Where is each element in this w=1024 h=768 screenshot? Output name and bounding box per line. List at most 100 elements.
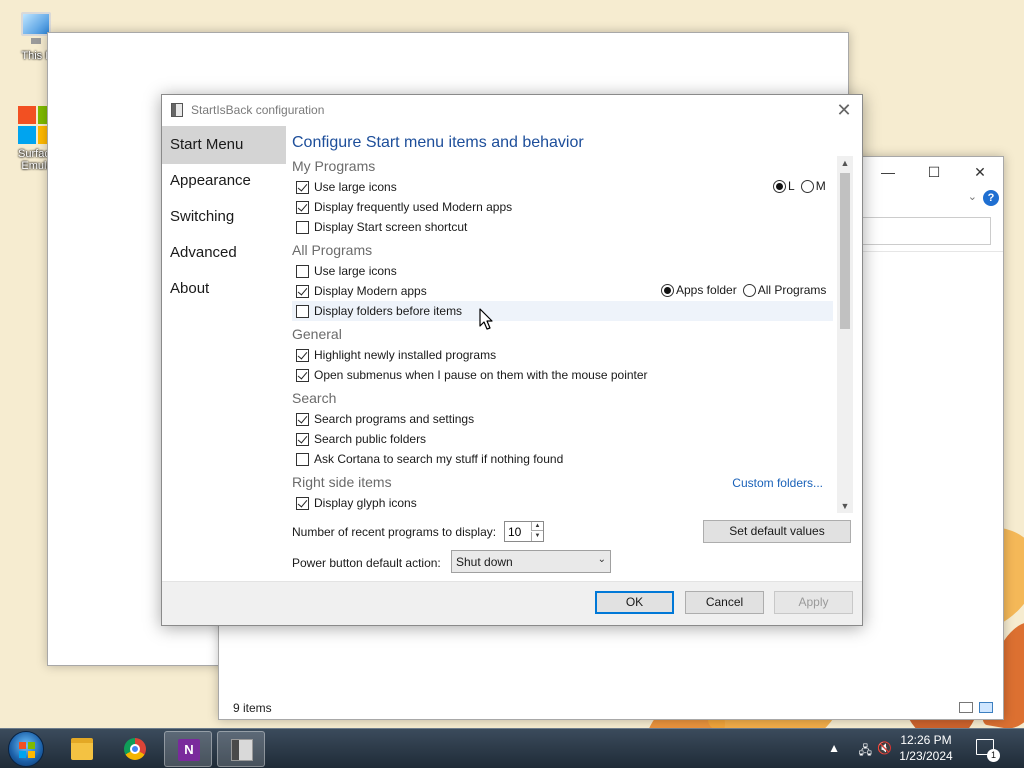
scroll-down-icon[interactable]: ▼ xyxy=(837,499,853,513)
close-button[interactable]: ✕ xyxy=(957,157,1003,187)
nav-item-switching[interactable]: Switching xyxy=(162,198,286,236)
scroll-up-icon[interactable]: ▲ xyxy=(837,156,853,170)
folder-icon xyxy=(71,738,93,760)
nav-item-advanced[interactable]: Advanced xyxy=(162,234,286,272)
clock[interactable]: 12:26 PM 1/23/2024 xyxy=(896,732,956,764)
option-row[interactable]: Display folders before items xyxy=(292,301,833,321)
chrome-icon xyxy=(124,738,146,760)
radio-all-programs[interactable] xyxy=(742,283,756,297)
option-row[interactable]: Display glyph icons xyxy=(292,493,833,513)
chevron-down-icon[interactable]: ⌄ xyxy=(968,190,977,203)
checkbox[interactable] xyxy=(296,285,309,298)
option-row[interactable]: Use large icons L M xyxy=(292,177,833,197)
option-label: Open submenus when I pause on them with … xyxy=(314,368,648,382)
checkbox[interactable] xyxy=(296,413,309,426)
checkbox[interactable] xyxy=(296,349,309,362)
checkbox[interactable] xyxy=(296,265,309,278)
divider xyxy=(863,251,1003,252)
checkbox[interactable] xyxy=(296,201,309,214)
option-label: Highlight newly installed programs xyxy=(314,348,497,362)
dialog-footer: OK Cancel Apply xyxy=(162,581,862,625)
group-title-general: General xyxy=(292,326,342,342)
radio-large[interactable] xyxy=(773,179,786,193)
taskbar-onenote[interactable]: N xyxy=(164,731,212,767)
radio-label: L xyxy=(788,179,795,193)
system-tray: ▲ 🖧 🔇 12:26 PM 1/23/2024 1 xyxy=(824,729,1024,768)
custom-folders-link[interactable]: Custom folders... xyxy=(732,476,823,490)
option-label: Display glyph icons xyxy=(314,496,417,510)
ok-button[interactable]: OK xyxy=(595,591,674,614)
checkbox[interactable] xyxy=(296,181,309,194)
onenote-icon: N xyxy=(178,739,200,761)
radio-apps-folder[interactable] xyxy=(661,283,674,297)
details-view-icon[interactable] xyxy=(959,702,973,713)
option-row[interactable]: Display frequently used Modern apps xyxy=(292,197,833,217)
option-label: Display Start screen shortcut xyxy=(314,220,468,234)
option-row[interactable]: Display Modern apps Apps folder All Prog… xyxy=(292,281,833,301)
option-row[interactable]: Ask Cortana to search my stuff if nothin… xyxy=(292,449,833,469)
minimize-button[interactable]: — xyxy=(865,157,911,187)
start-button[interactable] xyxy=(8,731,44,767)
group-title-my-programs: My Programs xyxy=(292,158,376,174)
cancel-button[interactable]: Cancel xyxy=(685,591,764,614)
apply-button[interactable]: Apply xyxy=(774,591,853,614)
option-row[interactable]: Open submenus when I pause on them with … xyxy=(292,365,833,385)
settings-content: Configure Start menu items and behavior … xyxy=(292,126,853,581)
notification-count-badge: 1 xyxy=(987,749,1000,762)
group-title-right-side-items: Right side items xyxy=(292,474,392,490)
dialog-title: StartIsBack configuration xyxy=(191,103,325,117)
taskbar-file-explorer[interactable] xyxy=(58,731,106,767)
navigation-pane: Start Menu Appearance Switching Advanced… xyxy=(162,126,287,582)
option-label: Search programs and settings xyxy=(314,412,475,426)
option-row[interactable]: Search programs and settings xyxy=(292,409,833,429)
maximize-button[interactable]: ☐ xyxy=(911,157,957,187)
dialog-title-bar[interactable]: StartIsBack configuration ✕ xyxy=(162,95,862,126)
option-label: Display frequently used Modern apps xyxy=(314,200,513,214)
windows-logo-icon xyxy=(19,742,35,758)
recent-programs-input[interactable] xyxy=(505,522,531,541)
scrollbar-thumb[interactable] xyxy=(840,173,850,329)
network-icon[interactable]: 🖧 xyxy=(859,741,872,762)
checkbox[interactable] xyxy=(296,369,309,382)
radio-label: Apps folder xyxy=(676,283,737,297)
option-label: Use large icons xyxy=(314,180,397,194)
close-button[interactable]: ✕ xyxy=(834,99,854,121)
startisback-app-icon xyxy=(171,103,183,117)
startisback-config-dialog: StartIsBack configuration ✕ Start Menu A… xyxy=(161,94,863,626)
checkbox[interactable] xyxy=(296,453,309,466)
option-row[interactable]: Use large icons xyxy=(292,261,833,281)
show-hidden-icons-icon[interactable]: ▲ xyxy=(828,741,840,755)
large-icons-view-icon[interactable] xyxy=(979,702,993,713)
option-label: Display folders before items xyxy=(314,304,463,318)
stepper-down-icon[interactable]: ▼ xyxy=(531,532,543,541)
view-switcher xyxy=(959,702,993,713)
set-default-values-button[interactable]: Set default values xyxy=(703,520,851,543)
taskbar-chrome[interactable] xyxy=(111,731,159,767)
checkbox[interactable] xyxy=(296,497,309,510)
mouse-pointer-icon xyxy=(479,308,493,330)
option-label: Use large icons xyxy=(314,264,397,278)
volume-muted-icon[interactable]: 🔇 xyxy=(877,741,892,755)
clock-date: 1/23/2024 xyxy=(899,749,953,763)
checkbox[interactable] xyxy=(296,221,309,234)
nav-item-about[interactable]: About xyxy=(162,270,286,308)
option-row[interactable]: Search public folders xyxy=(292,429,833,449)
checkbox[interactable] xyxy=(296,433,309,446)
option-row[interactable]: Display Start screen shortcut xyxy=(292,217,833,237)
taskbar-startisback[interactable] xyxy=(217,731,265,767)
recent-programs-label: Number of recent programs to display: xyxy=(292,525,497,539)
checkbox[interactable] xyxy=(296,305,309,318)
stepper-up-icon[interactable]: ▲ xyxy=(531,522,543,531)
nav-item-appearance[interactable]: Appearance xyxy=(162,162,286,200)
nav-item-start-menu[interactable]: Start Menu xyxy=(162,126,286,164)
recent-programs-stepper[interactable]: ▲ ▼ xyxy=(504,521,544,542)
option-row[interactable]: Highlight newly installed programs xyxy=(292,345,833,365)
option-label: Display Modern apps xyxy=(314,284,427,298)
page-heading: Configure Start menu items and behavior xyxy=(292,134,584,151)
select-value: Shut down xyxy=(456,555,513,569)
radio-medium[interactable] xyxy=(800,179,814,193)
clock-time: 12:26 PM xyxy=(900,733,952,747)
help-icon[interactable]: ? xyxy=(983,190,999,206)
vertical-scrollbar[interactable]: ▲ ▼ xyxy=(837,156,853,513)
power-button-select[interactable]: Shut down ⌄ xyxy=(451,550,611,573)
